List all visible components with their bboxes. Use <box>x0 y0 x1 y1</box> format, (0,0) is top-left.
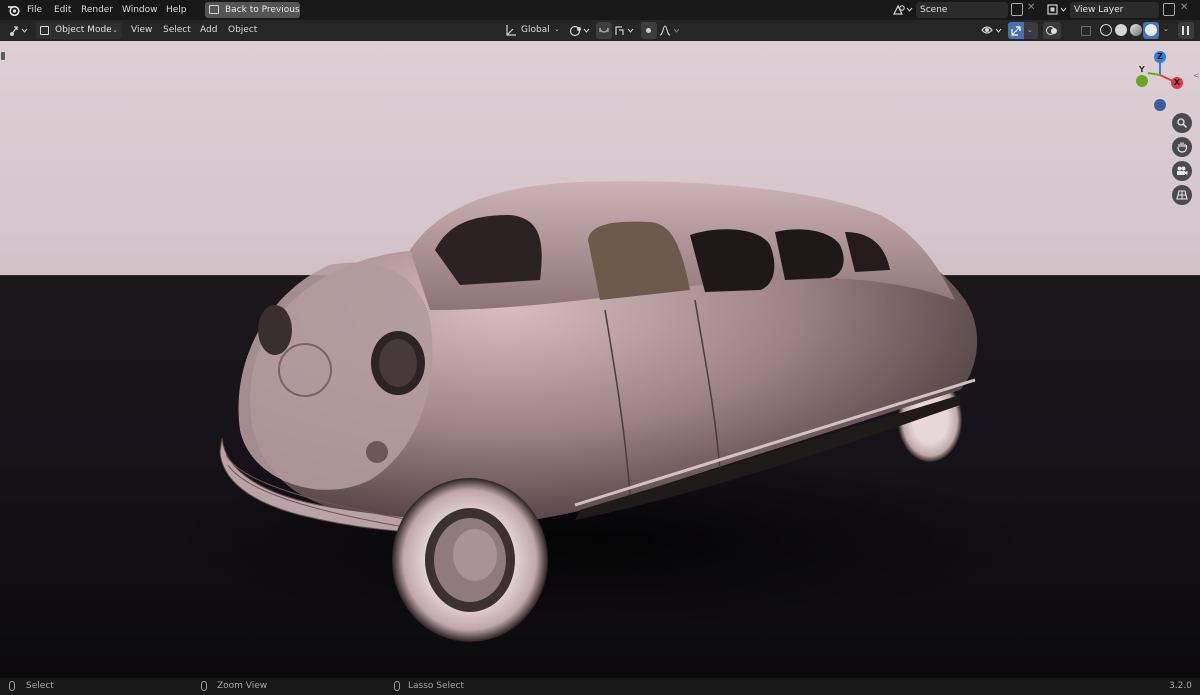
new-scene-icon[interactable] <box>1011 3 1023 16</box>
top-bar: File Edit Render Window Help Back to Pre… <box>0 0 1200 20</box>
transform-orientation-icon[interactable] <box>505 24 517 37</box>
mouse-right-icon <box>394 681 400 691</box>
delete-scene-icon[interactable]: ✕ <box>1027 2 1035 13</box>
status-select: Select <box>26 681 54 691</box>
gizmo-chevron-icon: ⌄ <box>1027 26 1033 34</box>
mouse-left-icon <box>9 681 15 691</box>
y-axis-handle[interactable] <box>1136 75 1148 87</box>
snap-target-icon[interactable] <box>614 24 638 37</box>
scene-name: Scene <box>920 5 948 15</box>
shading-chevron-icon[interactable]: ⌄ <box>1163 25 1169 33</box>
grid-icon <box>1176 190 1188 200</box>
proportional-edit-icon <box>646 28 651 33</box>
menu-select[interactable]: Select <box>163 20 191 41</box>
pause-icon <box>1182 26 1184 35</box>
zoom-button[interactable] <box>1172 113 1192 133</box>
y-axis-label: Y <box>1139 65 1145 74</box>
viewport-3d[interactable]: Z Y X < <box>0 41 1200 678</box>
neg-z-axis-handle[interactable] <box>1154 99 1166 111</box>
menu-edit[interactable]: Edit <box>54 0 71 20</box>
pause-render-button[interactable] <box>1178 22 1194 39</box>
menu-help[interactable]: Help <box>166 0 187 20</box>
x-axis-handle[interactable]: X <box>1171 77 1183 89</box>
camera-view-button[interactable] <box>1172 161 1192 181</box>
rendered-car-model <box>170 181 1030 642</box>
orientation-chevron-icon[interactable]: ⌄ <box>554 25 560 33</box>
scene-icon[interactable] <box>893 4 913 16</box>
z-axis-handle[interactable]: Z <box>1154 51 1166 63</box>
camera-icon <box>1177 166 1188 175</box>
view-layer-icon[interactable] <box>1047 4 1069 16</box>
viewport-header: Object Mode ⌄ View Select Add Object Glo… <box>0 20 1200 41</box>
view-layer-name: View Layer <box>1074 5 1124 15</box>
overlays-inner-icon <box>1051 28 1057 34</box>
blender-logo-icon[interactable] <box>7 4 20 16</box>
snap-icon <box>599 27 609 33</box>
status-bar: Select Zoom View Lasso Select 3.2.0 <box>0 678 1200 695</box>
pivot-point-icon[interactable] <box>569 24 591 37</box>
chevron-down-icon: ⌄ <box>112 26 118 34</box>
material-preview-icon[interactable] <box>1130 24 1142 36</box>
gizmo-dropdown[interactable]: ⌄ <box>1024 22 1038 39</box>
solid-shading-icon[interactable] <box>1115 24 1127 36</box>
rendered-shading-button[interactable] <box>1143 22 1159 39</box>
menu-file[interactable]: File <box>27 0 42 20</box>
menu-object[interactable]: Object <box>228 20 257 41</box>
status-zoom-view: Zoom View <box>217 681 268 691</box>
editor-type-icon[interactable] <box>9 25 31 37</box>
hand-icon <box>1177 142 1188 153</box>
rendered-shading-icon <box>1145 24 1157 36</box>
visibility-icon[interactable] <box>981 24 1005 37</box>
delete-view-layer-icon[interactable]: ✕ <box>1180 2 1188 13</box>
overlays-toggle[interactable] <box>1043 22 1061 39</box>
object-mode-dropdown[interactable]: Object Mode ⌄ <box>36 22 122 39</box>
object-mode-label: Object Mode <box>55 25 112 35</box>
menu-view[interactable]: View <box>131 20 152 41</box>
view-layer-field[interactable]: View Layer <box>1070 2 1159 18</box>
back-button-label: Back to Previous <box>225 5 300 15</box>
navigation-gizmo[interactable]: Z Y X <box>1130 49 1190 115</box>
back-to-previous-button[interactable]: Back to Previous <box>205 2 300 18</box>
ortho-toggle-button[interactable] <box>1172 185 1192 205</box>
scene-name-field[interactable]: Scene <box>916 2 1008 18</box>
sidebar-toggle-icon[interactable]: < <box>1193 71 1200 80</box>
wireframe-shading-icon[interactable] <box>1100 24 1112 36</box>
new-view-layer-icon[interactable] <box>1163 3 1175 16</box>
pan-button[interactable] <box>1172 137 1192 157</box>
object-mode-icon <box>40 26 49 35</box>
menu-add[interactable]: Add <box>200 20 217 41</box>
menu-window[interactable]: Window <box>122 0 158 20</box>
falloff-curve-icon[interactable] <box>659 24 681 37</box>
back-arrow-icon <box>209 5 219 14</box>
xray-toggle-icon[interactable] <box>1081 26 1091 36</box>
mouse-middle-icon <box>201 681 207 691</box>
transform-orientation-label[interactable]: Global <box>521 20 550 41</box>
version-label: 3.2.0 <box>1169 681 1192 691</box>
toolbar-toggle-icon[interactable] <box>1 52 5 60</box>
gizmo-toggle[interactable] <box>1008 22 1024 39</box>
gizmo-arrows-icon <box>1011 26 1021 36</box>
menu-render[interactable]: Render <box>81 0 113 20</box>
proportional-edit-toggle[interactable] <box>641 22 657 39</box>
status-lasso-select: Lasso Select <box>408 681 465 691</box>
zoom-icon <box>1177 118 1187 128</box>
